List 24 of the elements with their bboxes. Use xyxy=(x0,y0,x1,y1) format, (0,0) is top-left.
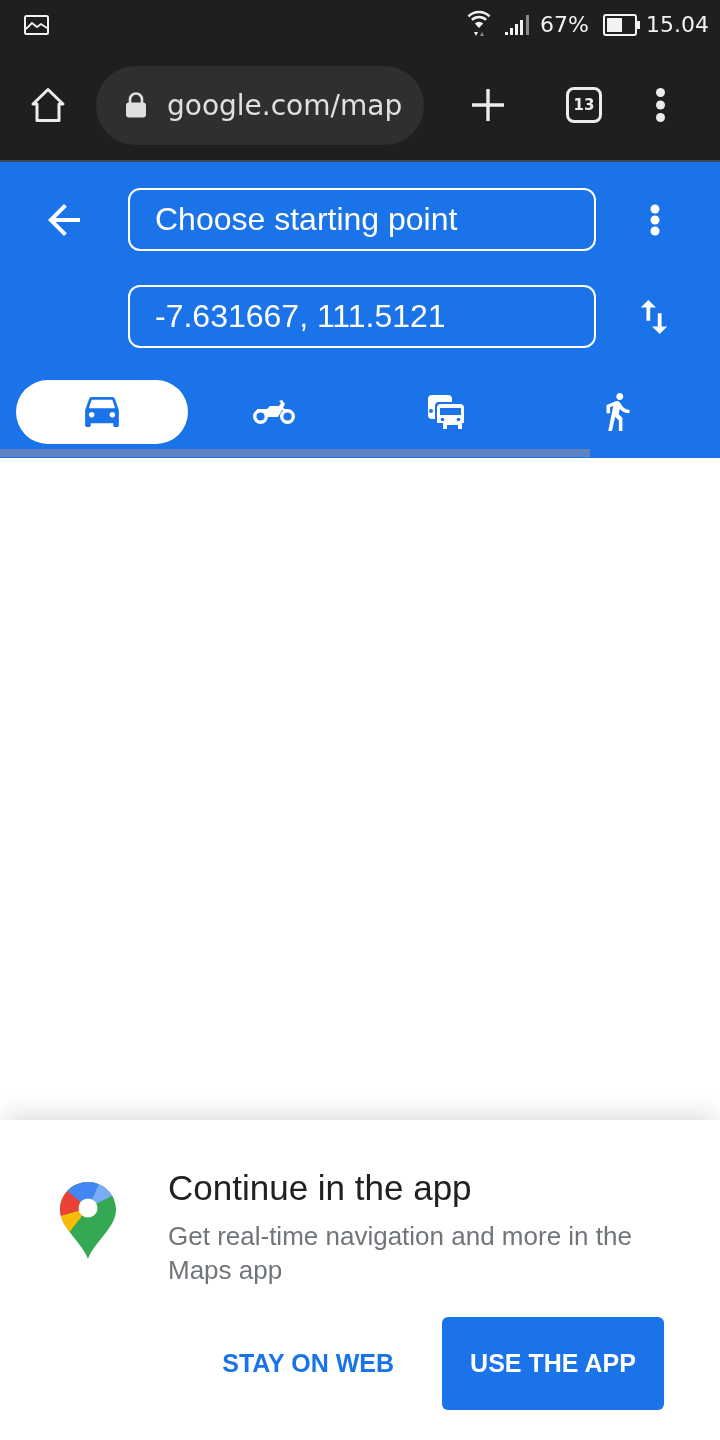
swap-arrows-icon[interactable] xyxy=(640,299,668,334)
more-options-icon[interactable] xyxy=(650,203,660,236)
home-icon[interactable] xyxy=(30,87,66,123)
prompt-description: Get real-time navigation and more in the Maps app xyxy=(168,1220,633,1287)
battery-percentage: 67% xyxy=(540,12,589,38)
plus-icon[interactable] xyxy=(470,87,506,123)
use-app-button[interactable]: USE THE APP xyxy=(442,1317,664,1410)
battery-icon xyxy=(603,14,640,36)
tab-switcher-button[interactable]: 13 xyxy=(566,87,602,123)
walking-person-icon xyxy=(606,393,630,431)
image-icon xyxy=(24,15,49,35)
starting-point-field[interactable]: Choose starting point xyxy=(128,188,596,251)
car-icon xyxy=(85,397,119,427)
menu-icon[interactable] xyxy=(656,88,665,122)
back-arrow-icon[interactable] xyxy=(48,203,80,236)
address-bar[interactable]: google.com/map xyxy=(96,65,424,145)
clock: 15.04 xyxy=(646,12,709,38)
prompt-title: Continue in the app xyxy=(168,1167,473,1209)
bus-icon xyxy=(428,395,464,429)
lock-icon xyxy=(125,92,147,118)
motorcycle-icon xyxy=(253,400,295,424)
destination-field[interactable]: -7.631667, 111.5121 xyxy=(128,285,596,348)
signal-icon xyxy=(505,15,531,35)
stay-on-web-button[interactable]: STAY ON WEB xyxy=(198,1317,418,1410)
